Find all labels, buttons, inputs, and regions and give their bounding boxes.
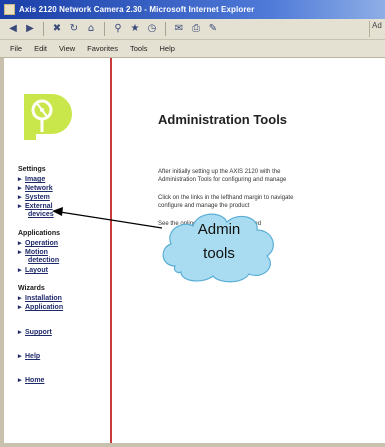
callout-label: Admin tools — [157, 218, 281, 266]
history-icon[interactable]: ◷ — [145, 22, 159, 36]
menu-edit[interactable]: Edit — [34, 44, 47, 53]
bullet-icon: ▸ — [18, 267, 22, 274]
callout-line-2: tools — [203, 245, 235, 262]
sidebar-item-label: Motion — [25, 249, 48, 256]
intro-text-line: Administration Tools for configuring and… — [158, 177, 287, 183]
sidebar-item-label: Application — [25, 304, 64, 311]
bullet-icon: ▸ — [18, 304, 22, 311]
window-title: Axis 2120 Network Camera 2.30 - Microsof… — [19, 5, 255, 14]
applications-heading: Applications — [18, 230, 61, 237]
sidebar-item-devices[interactable]: devices — [28, 211, 54, 218]
menu-file[interactable]: File — [10, 44, 22, 53]
sidebar-item-network[interactable]: ▸ Network — [18, 184, 53, 192]
browser-toolbar: ◀ ▶ ✖ ↻ ⌂ ⚲ ★ ◷ ✉ ⎙ ✎ Ad — [0, 19, 385, 40]
stop-icon[interactable]: ✖ — [50, 22, 64, 36]
sidebar-nav: Settings ▸ Image ▸ Network ▸ System ▸ Extern… — [4, 58, 112, 443]
bullet-icon: ▸ — [18, 176, 22, 183]
menu-favorites[interactable]: Favorites — [87, 44, 118, 53]
sidebar-item-detection[interactable]: detection — [28, 257, 59, 264]
callout-line-1: Admin — [197, 221, 241, 238]
sidebar-item-motion[interactable]: ▸ Motion — [18, 248, 48, 256]
edit-icon[interactable]: ✎ — [206, 22, 220, 36]
sidebar-item-help[interactable]: ▸ Help — [18, 352, 40, 360]
sidebar-item-support[interactable]: ▸ Support — [18, 328, 52, 336]
bullet-icon: ▸ — [18, 353, 22, 360]
sidebar-item-label: External — [25, 203, 53, 210]
sidebar-item-home[interactable]: ▸ Home — [18, 376, 44, 384]
menu-bar: File Edit View Favorites Tools Help — [0, 40, 385, 58]
nav-text-line: Click on the links in the lefthand margi… — [158, 195, 294, 201]
search-icon[interactable]: ⚲ — [111, 22, 125, 36]
sidebar-item-label: Image — [25, 176, 46, 183]
sidebar-item-label: Operation — [25, 240, 59, 247]
mail-icon[interactable]: ✉ — [172, 22, 186, 36]
sidebar-item-label: Help — [25, 353, 41, 360]
page-title: Administration Tools — [158, 112, 288, 127]
refresh-icon[interactable]: ↻ — [67, 22, 81, 36]
bullet-icon: ▸ — [18, 249, 22, 256]
toolbar-divider — [104, 22, 105, 36]
bullet-icon: ▸ — [18, 329, 22, 336]
bullet-icon: ▸ — [18, 240, 22, 247]
sidebar-item-operation[interactable]: ▸ Operation — [18, 239, 58, 247]
intro-text-line: After initially setting up the AXIS 2120… — [158, 169, 281, 175]
toolbar-divider — [43, 22, 44, 36]
sidebar-item-label: System — [25, 194, 50, 201]
home-icon[interactable]: ⌂ — [84, 22, 98, 36]
window-title-bar[interactable]: Axis 2120 Network Camera 2.30 - Microsof… — [0, 0, 385, 19]
sidebar-item-system[interactable]: ▸ System — [18, 193, 50, 201]
bullet-icon: ▸ — [18, 185, 22, 192]
axis-logo — [24, 94, 72, 140]
favorites-icon[interactable]: ★ — [128, 22, 142, 36]
bullet-icon: ▸ — [18, 295, 22, 302]
bullet-icon: ▸ — [18, 203, 22, 210]
print-icon[interactable]: ⎙ — [189, 22, 203, 36]
sidebar-item-label: Support — [25, 329, 52, 336]
sidebar-item-image[interactable]: ▸ Image — [18, 175, 45, 183]
sidebar-item-installation[interactable]: ▸ Installation — [18, 294, 62, 302]
sidebar-item-label: Home — [25, 377, 45, 384]
sidebar-item-application[interactable]: ▸ Application — [18, 303, 63, 311]
menu-view[interactable]: View — [59, 44, 75, 53]
back-icon[interactable]: ◀ — [6, 22, 20, 36]
address-label: Ad — [369, 21, 385, 37]
menu-tools[interactable]: Tools — [130, 44, 148, 53]
sidebar-item-external[interactable]: ▸ External — [18, 202, 53, 210]
bullet-icon: ▸ — [18, 377, 22, 384]
sidebar-item-label: Installation — [25, 295, 62, 302]
settings-heading: Settings — [18, 166, 46, 173]
sidebar-item-layout[interactable]: ▸ Layout — [18, 266, 48, 274]
bullet-icon: ▸ — [18, 194, 22, 201]
sidebar-item-label: Network — [25, 185, 53, 192]
forward-icon[interactable]: ▶ — [23, 22, 37, 36]
menu-help[interactable]: Help — [160, 44, 175, 53]
sidebar-item-label: Layout — [25, 267, 48, 274]
ie-icon — [4, 4, 15, 15]
wizards-heading: Wizards — [18, 285, 45, 292]
toolbar-divider — [165, 22, 166, 36]
